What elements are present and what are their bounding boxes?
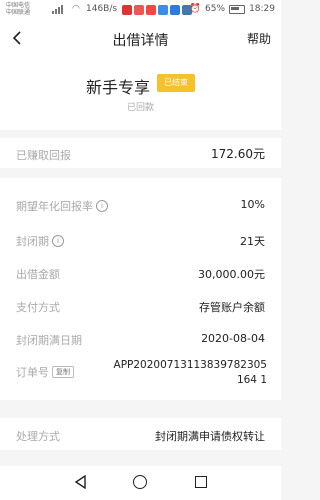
header: 出借详情 帮助 xyxy=(0,20,281,56)
product-card: 新手专享 已结束 已回款 xyxy=(0,56,281,130)
info-icon[interactable]: i xyxy=(96,200,108,212)
annual-rate-value: 10% xyxy=(240,198,265,211)
carrier-line-2: 中国联通 xyxy=(6,9,31,16)
status-right: ⏰ 65% 18:29 xyxy=(190,4,275,14)
details-card: 期望年化回报率 i 10% 封闭期 i 21天 出借金额 30,000.00元 … xyxy=(0,178,281,400)
earned-label: 已赚取回报 xyxy=(16,149,71,162)
notification-icons xyxy=(122,5,192,15)
payment-value: 存管账户余额 xyxy=(199,301,265,314)
amount-row: 出借金额 30,000.00元 xyxy=(0,260,281,284)
nav-recent-apps-icon[interactable] xyxy=(195,476,207,488)
annual-rate-label-wrap: 期望年化回报率 i xyxy=(16,198,108,214)
due-date-row: 封闭期满日期 2020-08-04 xyxy=(0,326,281,350)
status-bar: 中国电信 中国联通 ◠ 146B/s ⏰ 65% 18:29 xyxy=(0,0,281,20)
info-icon[interactable]: i xyxy=(52,235,64,247)
amount-value: 30,000.00元 xyxy=(198,268,265,281)
help-link[interactable]: 帮助 xyxy=(247,30,271,47)
lock-period-label-wrap: 封闭期 i xyxy=(16,233,64,249)
app-notification-icon xyxy=(122,5,132,15)
method-value: 封闭期满申请债权转让 xyxy=(155,430,265,443)
product-name: 新手专享 xyxy=(86,78,151,97)
earned-row: 已赚取回报 172.60元 xyxy=(0,138,281,168)
earned-value: 172.60元 xyxy=(211,147,265,161)
battery-percent: 65% xyxy=(205,4,226,14)
wifi-icon: ◠ xyxy=(72,4,80,14)
app-notification-icon xyxy=(158,5,168,15)
carrier-text: 中国电信 中国联通 xyxy=(6,2,30,16)
app-notification-icon xyxy=(146,5,156,15)
method-label: 处理方式 xyxy=(16,430,60,443)
due-date-label: 封闭期满日期 xyxy=(16,334,82,347)
carrier-line-1: 中国电信 xyxy=(6,2,31,9)
lock-period-value: 21天 xyxy=(240,235,265,248)
method-row: 处理方式 封闭期满申请债权转让 xyxy=(0,418,281,450)
order-row: 订单号 复制 APP20200713113839782305164 1 xyxy=(0,358,281,394)
order-number: APP20200713113839782305164 1 xyxy=(113,359,267,386)
order-label-wrap: 订单号 复制 xyxy=(16,364,74,380)
nav-home-icon[interactable] xyxy=(133,475,147,489)
payment-label: 支付方式 xyxy=(16,301,60,314)
clock: 18:29 xyxy=(249,4,275,14)
status-badge: 已结束 xyxy=(157,74,195,92)
page-title: 出借详情 xyxy=(112,33,169,49)
lock-period-label: 封闭期 xyxy=(16,235,49,248)
app-notification-icon xyxy=(170,5,180,15)
lock-period-row: 封闭期 i 21天 xyxy=(0,227,281,251)
due-date-value: 2020-08-04 xyxy=(201,332,265,345)
annual-rate-label: 期望年化回报率 xyxy=(16,200,93,213)
nav-back-icon[interactable] xyxy=(74,475,88,489)
battery-icon xyxy=(229,4,246,14)
copy-button[interactable]: 复制 xyxy=(52,366,74,378)
amount-label: 出借金额 xyxy=(16,268,60,281)
app-notification-icon xyxy=(134,5,144,15)
annual-rate-row: 期望年化回报率 i 10% xyxy=(0,192,281,216)
signal-icon xyxy=(52,5,63,14)
system-nav-bar xyxy=(0,466,281,500)
order-label: 订单号 xyxy=(16,366,49,379)
payment-row: 支付方式 存管账户余额 xyxy=(0,293,281,317)
repay-status: 已回款 xyxy=(126,103,154,113)
alarm-icon: ⏰ xyxy=(189,4,202,14)
net-speed: 146B/s xyxy=(86,4,118,14)
